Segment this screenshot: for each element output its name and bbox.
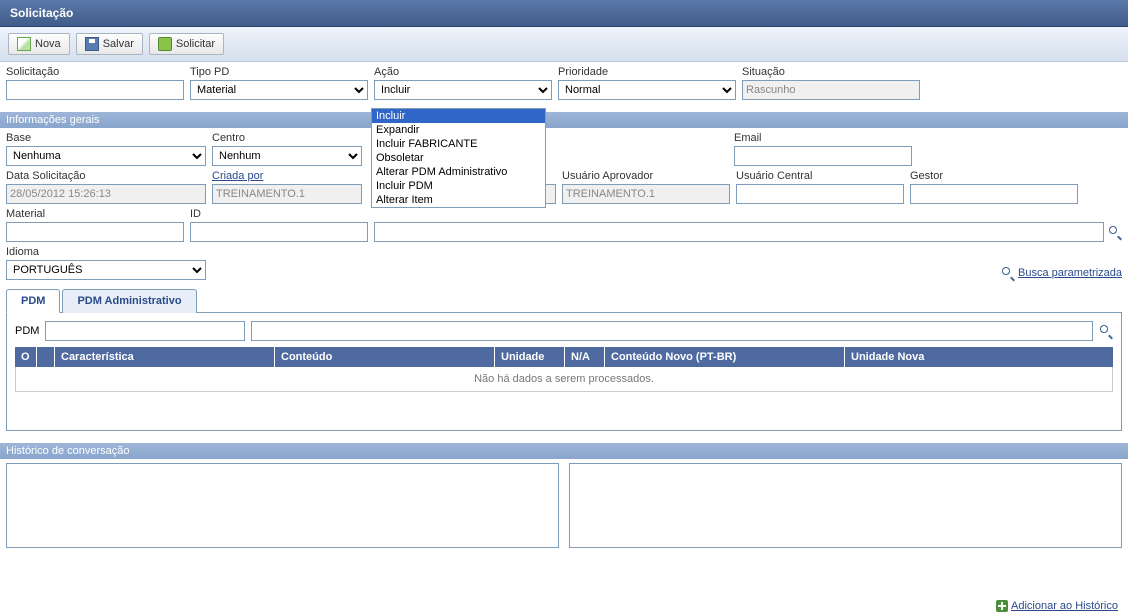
email-input[interactable] bbox=[734, 146, 912, 166]
acao-option-incluir-fabricante[interactable]: Incluir FABRICANTE bbox=[372, 137, 545, 151]
tab-pdm[interactable]: PDM bbox=[6, 289, 60, 313]
solicitar-label: Solicitar bbox=[176, 38, 215, 50]
salvar-label: Salvar bbox=[103, 38, 134, 50]
usuario-central-label: Usuário Central bbox=[736, 170, 904, 182]
col-unidade: Unidade bbox=[495, 347, 565, 367]
situacao-label: Situação bbox=[742, 66, 920, 78]
pdm-desc-input[interactable] bbox=[251, 321, 1093, 341]
tabs: PDM PDM Administrativo bbox=[6, 288, 1122, 313]
data-solicitacao-input bbox=[6, 184, 206, 204]
search-icon[interactable] bbox=[1099, 324, 1113, 338]
tipo-pd-select[interactable]: Material bbox=[190, 80, 368, 100]
search-icon[interactable] bbox=[1108, 225, 1122, 239]
criada-por-label[interactable]: Criada por bbox=[212, 170, 362, 182]
criada-por-input bbox=[212, 184, 362, 204]
acao-option-incluir-pdm[interactable]: Incluir PDM bbox=[372, 179, 545, 193]
tab-body-pdm: PDM O Característica Conteúdo Unidade N/… bbox=[6, 313, 1122, 431]
situacao-input bbox=[742, 80, 920, 100]
acao-option-expandir[interactable]: Expandir bbox=[372, 123, 545, 137]
centro-select[interactable]: Nenhum bbox=[212, 146, 362, 166]
acao-dropdown[interactable]: Incluir Expandir Incluir FABRICANTE Obso… bbox=[371, 108, 546, 208]
base-label: Base bbox=[6, 132, 206, 144]
gestor-label: Gestor bbox=[910, 170, 1078, 182]
plus-icon bbox=[996, 600, 1008, 612]
gestor-input[interactable] bbox=[910, 184, 1078, 204]
usuario-aprovador-label: Usuário Aprovador bbox=[562, 170, 730, 182]
nova-label: Nova bbox=[35, 38, 61, 50]
col-conteudo-novo: Conteúdo Novo (PT-BR) bbox=[605, 347, 845, 367]
adicionar-historico-label: Adicionar ao Histórico bbox=[1011, 600, 1118, 612]
col-na: N/A bbox=[565, 347, 605, 367]
acao-option-incluir[interactable]: Incluir bbox=[372, 109, 545, 123]
idioma-select[interactable]: PORTUGUÊS bbox=[6, 260, 206, 280]
historico-left-textarea[interactable] bbox=[6, 463, 559, 548]
col-o: O bbox=[15, 347, 37, 367]
tipo-pd-label: Tipo PD bbox=[190, 66, 368, 78]
adicionar-historico-link[interactable]: Adicionar ao Histórico bbox=[996, 600, 1118, 612]
col-unidade-nova: Unidade Nova bbox=[845, 347, 945, 367]
save-icon bbox=[85, 37, 99, 51]
col-blank bbox=[37, 347, 55, 367]
idioma-label: Idioma bbox=[6, 246, 206, 258]
acao-option-alterar-item[interactable]: Alterar Item bbox=[372, 193, 545, 207]
window-title: Solicitação bbox=[0, 0, 1128, 27]
solicitacao-label: Solicitação bbox=[6, 66, 184, 78]
id-input[interactable] bbox=[190, 222, 368, 242]
submit-icon bbox=[158, 37, 172, 51]
solicitacao-input[interactable] bbox=[6, 80, 184, 100]
acao-option-alterar-pdm-administrativo[interactable]: Alterar PDM Administrativo bbox=[372, 165, 545, 179]
data-solicitacao-label: Data Solicitação bbox=[6, 170, 206, 182]
busca-parametrizada-label: Busca parametrizada bbox=[1018, 267, 1122, 279]
col-conteudo: Conteúdo bbox=[275, 347, 495, 367]
historico-right-textarea[interactable] bbox=[569, 463, 1122, 548]
tab-pdm-administrativo[interactable]: PDM Administrativo bbox=[62, 289, 196, 313]
material-input[interactable] bbox=[6, 222, 184, 242]
grid-empty-message: Não há dados a serem processados. bbox=[15, 367, 1113, 392]
solicitar-button[interactable]: Solicitar bbox=[149, 33, 224, 55]
col-caracteristica: Característica bbox=[55, 347, 275, 367]
pdm-label: PDM bbox=[15, 325, 39, 337]
usuario-aprovador-input bbox=[562, 184, 730, 204]
acao-label: Ação bbox=[374, 66, 552, 78]
busca-parametrizada-link[interactable]: Busca parametrizada bbox=[1001, 266, 1122, 280]
prioridade-label: Prioridade bbox=[558, 66, 736, 78]
new-icon bbox=[17, 37, 31, 51]
id-label: ID bbox=[190, 208, 368, 220]
id-desc-input[interactable] bbox=[374, 222, 1104, 242]
prioridade-select[interactable]: Normal bbox=[558, 80, 736, 100]
toolbar: Nova Salvar Solicitar bbox=[0, 27, 1128, 62]
email-label: Email bbox=[734, 132, 912, 144]
section-gerais: Informações gerais bbox=[0, 112, 1128, 128]
acao-select[interactable]: Incluir bbox=[374, 80, 552, 100]
base-select[interactable]: Nenhuma bbox=[6, 146, 206, 166]
pdm-code-input[interactable] bbox=[45, 321, 245, 341]
acao-option-obsoletar[interactable]: Obsoletar bbox=[372, 151, 545, 165]
usuario-central-input[interactable] bbox=[736, 184, 904, 204]
grid-header: O Característica Conteúdo Unidade N/A Co… bbox=[15, 347, 1113, 367]
search-icon bbox=[1001, 266, 1015, 280]
centro-label: Centro bbox=[212, 132, 362, 144]
section-historico: Histórico de conversação bbox=[0, 443, 1128, 459]
salvar-button[interactable]: Salvar bbox=[76, 33, 143, 55]
nova-button[interactable]: Nova bbox=[8, 33, 70, 55]
material-label: Material bbox=[6, 208, 184, 220]
